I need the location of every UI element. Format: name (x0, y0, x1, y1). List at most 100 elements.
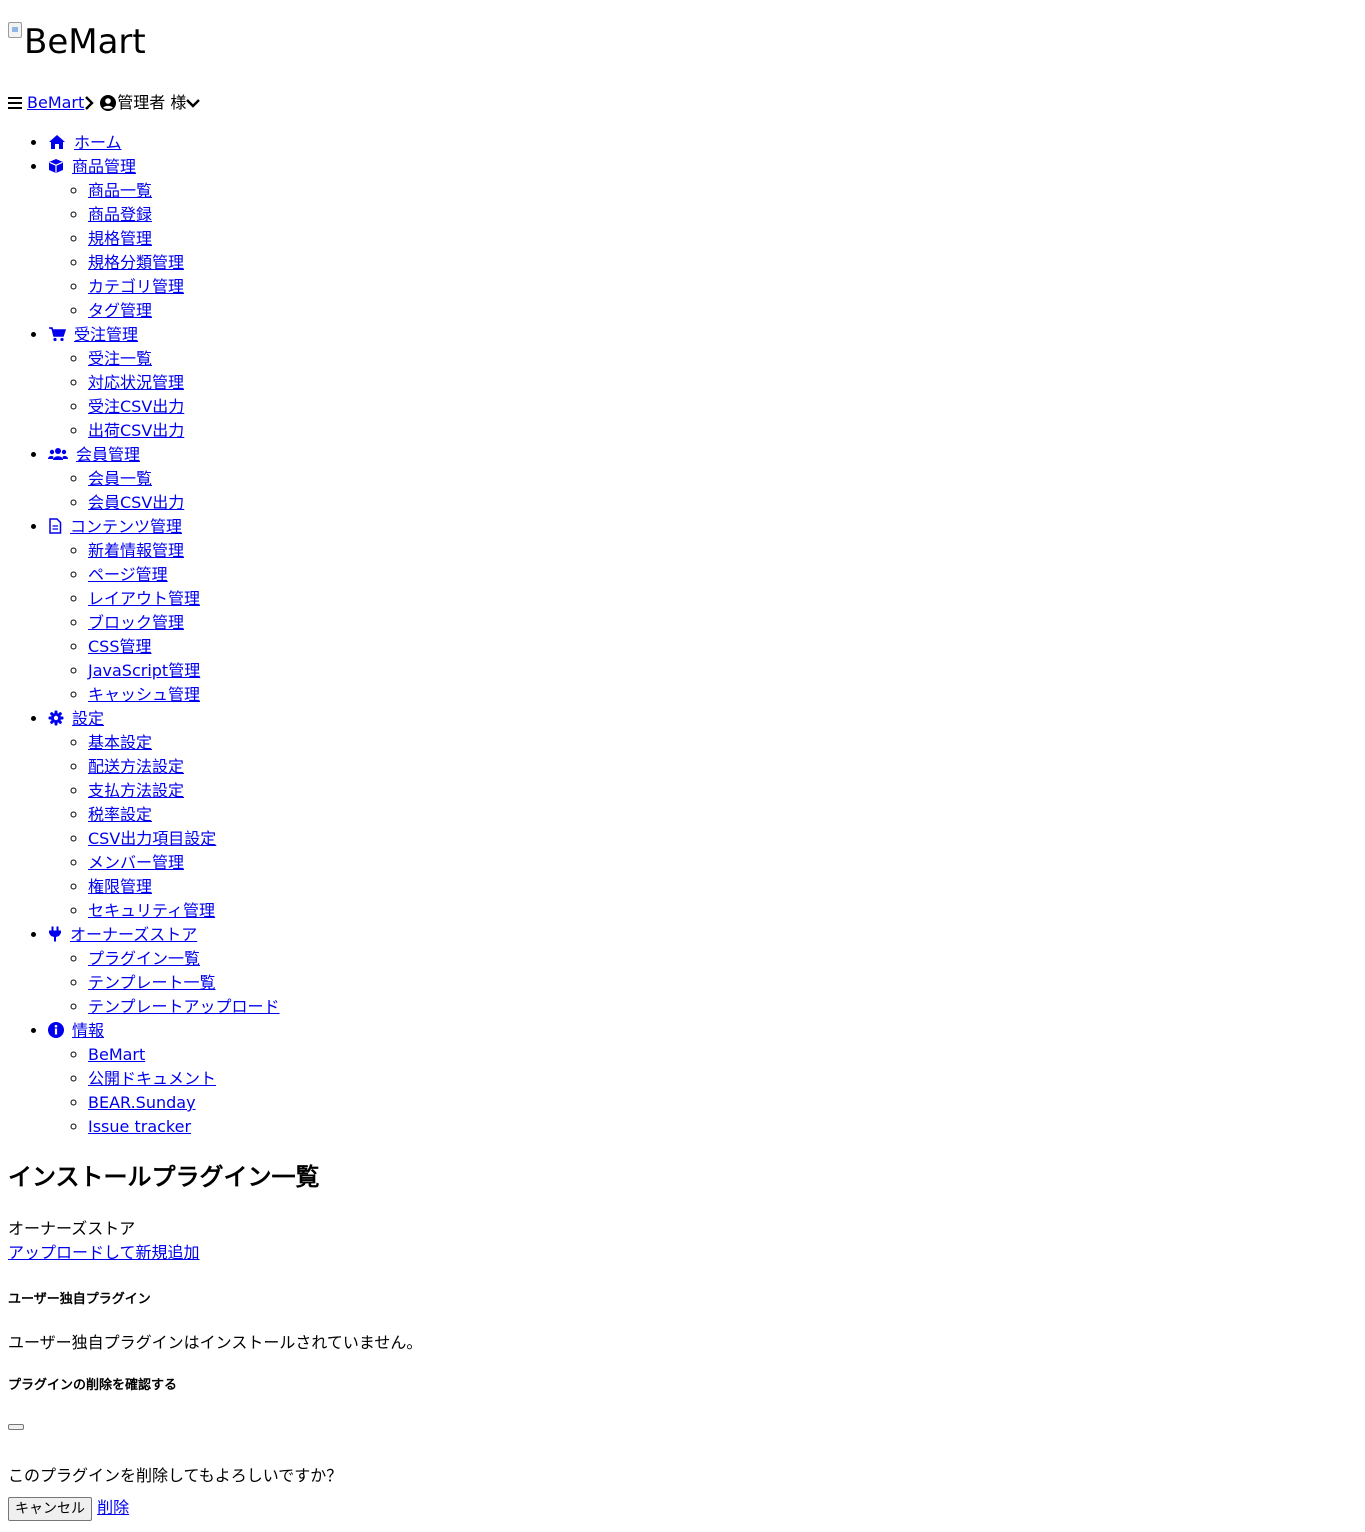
nav-subitem: 新着情報管理 (88, 539, 280, 563)
nav-section-label: 情報 (72, 1021, 105, 1040)
nav-section-link[interactable]: 会員管理 (48, 445, 140, 464)
nav-subitem: ブロック管理 (88, 611, 280, 635)
nav-subitem-link[interactable]: 出荷CSV出力 (88, 421, 184, 440)
nav-subitem-link[interactable]: 会員一覧 (88, 469, 152, 488)
modal-close-button[interactable] (8, 1424, 24, 1430)
nav-section: 商品管理商品一覧商品登録規格管理規格分類管理カテゴリ管理タグ管理 (48, 155, 280, 323)
nav-section: 情報 BeMart 公開ドキュメント BEAR.Sunday Issue tracker (48, 1019, 280, 1139)
file-icon (48, 517, 70, 536)
chevron-right-icon (85, 96, 94, 110)
cart-icon (48, 325, 74, 344)
nav-subitem: 会員一覧 (88, 467, 280, 491)
nav-subitem-link[interactable]: BeMart (88, 1045, 145, 1064)
upload-plugin-link[interactable]: アップロードして新規追加 (8, 1243, 200, 1262)
gear-icon (48, 709, 72, 728)
nav-subitem: Issue tracker (88, 1115, 280, 1139)
nav-subitem-link[interactable]: ページ管理 (88, 565, 168, 584)
nav-section: 会員管理会員一覧会員CSV出力 (48, 443, 280, 515)
nav-section-link[interactable]: コンテンツ管理 (48, 517, 182, 536)
nav-subitem-link[interactable]: 規格管理 (88, 229, 152, 248)
nav-section-label: コンテンツ管理 (70, 517, 183, 536)
logo-alt-text: BeMart (24, 22, 146, 62)
nav-subitem-link[interactable]: 対応状況管理 (88, 373, 184, 392)
nav-subitem: テンプレートアップロード (88, 995, 280, 1019)
nav-subitem: メンバー管理 (88, 851, 280, 875)
nav-subitem: レイアウト管理 (88, 587, 280, 611)
bars-icon[interactable] (8, 97, 22, 109)
nav-section-link[interactable]: 受注管理 (48, 325, 138, 344)
nav-subitem-link[interactable]: タグ管理 (88, 301, 152, 320)
sidebar-nav: ホーム商品管理商品一覧商品登録規格管理規格分類管理カテゴリ管理タグ管理受注管理受… (0, 131, 280, 1139)
nav-section-label: 会員管理 (76, 445, 141, 464)
delete-link[interactable]: 削除 (97, 1498, 129, 1517)
nav-subitem-link[interactable]: メンバー管理 (88, 853, 184, 872)
nav-subitem-link[interactable]: 支払方法設定 (88, 781, 184, 800)
nav-subitem-link[interactable]: 公開ドキュメント (88, 1069, 216, 1088)
nav-subitem-link[interactable]: セキュリティ管理 (88, 901, 215, 920)
nav-section-label: オーナーズストア (70, 925, 198, 944)
breadcrumb: オーナーズストア (8, 1219, 136, 1238)
nav-subitem-link[interactable]: 税率設定 (88, 805, 152, 824)
nav-section: 設定基本設定配送方法設定支払方法設定税率設定 CSV出力項目設定メンバー管理権限管… (48, 707, 280, 923)
nav-subitem-link[interactable]: 新着情報管理 (88, 541, 184, 560)
nav-subitem-link[interactable]: CSS管理 (88, 637, 152, 656)
nav-subitem-link[interactable]: 商品一覧 (88, 181, 152, 200)
nav-subitem-link[interactable]: テンプレートアップロード (88, 997, 280, 1016)
chevron-down-icon[interactable] (186, 98, 201, 108)
nav-subitem: プラグイン一覧 (88, 947, 280, 971)
nav-subitem-link[interactable]: BEAR.Sunday (88, 1093, 196, 1112)
nav-section-link[interactable]: 設定 (48, 709, 104, 728)
nav-subitem-link[interactable]: キャッシュ管理 (88, 685, 200, 704)
main-content: インストールプラグイン一覧 オーナーズストア アップロードして新規追加 ユーザー… (8, 1160, 1348, 1521)
nav-section-link[interactable]: ホーム (48, 133, 122, 152)
nav-subitem-link[interactable]: 基本設定 (88, 733, 152, 752)
nav-subitem-link[interactable]: 受注一覧 (88, 349, 152, 368)
nav-section: ホーム (48, 131, 280, 155)
nav-subitem-link[interactable]: ブロック管理 (88, 613, 184, 632)
nav-subitem: カテゴリ管理 (88, 275, 280, 299)
nav-subitem-link[interactable]: Issue tracker (88, 1117, 191, 1136)
nav-section: 受注管理受注一覧対応状況管理受注CSV出力出荷CSV出力 (48, 323, 280, 443)
nav-subitem: 商品登録 (88, 203, 280, 227)
nav-subitem-link[interactable]: レイアウト管理 (88, 589, 200, 608)
nav-subitem: 税率設定 (88, 803, 280, 827)
user-plugins-heading: ユーザー独自プラグイン (8, 1292, 151, 1307)
nav-submenu: BeMart 公開ドキュメント BEAR.Sunday Issue tracker (48, 1043, 280, 1139)
nav-subitem: CSV出力項目設定 (88, 827, 280, 851)
user-circle-icon (100, 95, 117, 111)
nav-subitem: 会員CSV出力 (88, 491, 280, 515)
nav-subitem-link[interactable]: 会員CSV出力 (88, 493, 184, 512)
user-menu-label[interactable]: 管理者 様 (117, 91, 186, 115)
nav-subitem: JavaScript管理 (88, 659, 280, 683)
nav-subitem: 配送方法設定 (88, 755, 280, 779)
nav-subitem-link[interactable]: プラグイン一覧 (88, 949, 200, 968)
nav-submenu: 受注一覧対応状況管理受注CSV出力出荷CSV出力 (48, 347, 280, 443)
nav-subitem-link[interactable]: JavaScript管理 (88, 661, 200, 680)
brand-link[interactable]: BeMart (27, 91, 84, 115)
nav-section-link[interactable]: オーナーズストア (48, 925, 197, 944)
nav-subitem-link[interactable]: カテゴリ管理 (88, 277, 184, 296)
nav-section-link[interactable]: 商品管理 (48, 157, 136, 176)
nav-subitem-link[interactable]: 配送方法設定 (88, 757, 184, 776)
nav-submenu: 商品一覧商品登録規格管理規格分類管理カテゴリ管理タグ管理 (48, 179, 280, 323)
nav-subitem: 対応状況管理 (88, 371, 280, 395)
nav-subitem: 規格管理 (88, 227, 280, 251)
nav-subitem-link[interactable]: CSV出力項目設定 (88, 829, 216, 848)
info-icon (48, 1021, 72, 1040)
nav-subitem-link[interactable]: テンプレート一覧 (88, 973, 216, 992)
plug-icon (48, 925, 70, 944)
nav-section-label: ホーム (74, 133, 122, 152)
cancel-button[interactable]: キャンセル (8, 1497, 92, 1521)
nav-subitem-link[interactable]: 規格分類管理 (88, 253, 184, 272)
nav-subitem: 権限管理 (88, 875, 280, 899)
page-title: インストールプラグイン一覧 (8, 1163, 320, 1191)
nav-subitem-link[interactable]: 商品登録 (88, 205, 152, 224)
nav-subitem: 受注一覧 (88, 347, 280, 371)
nav-subitem-link[interactable]: 受注CSV出力 (88, 397, 184, 416)
nav-section-link[interactable]: 情報 (48, 1021, 104, 1040)
nav-subitem: タグ管理 (88, 299, 280, 323)
nav-submenu: 基本設定配送方法設定支払方法設定税率設定 CSV出力項目設定メンバー管理権限管理セ… (48, 731, 280, 923)
broken-image-icon (8, 22, 22, 38)
nav-section-label: 設定 (72, 709, 105, 728)
nav-subitem-link[interactable]: 権限管理 (88, 877, 152, 896)
